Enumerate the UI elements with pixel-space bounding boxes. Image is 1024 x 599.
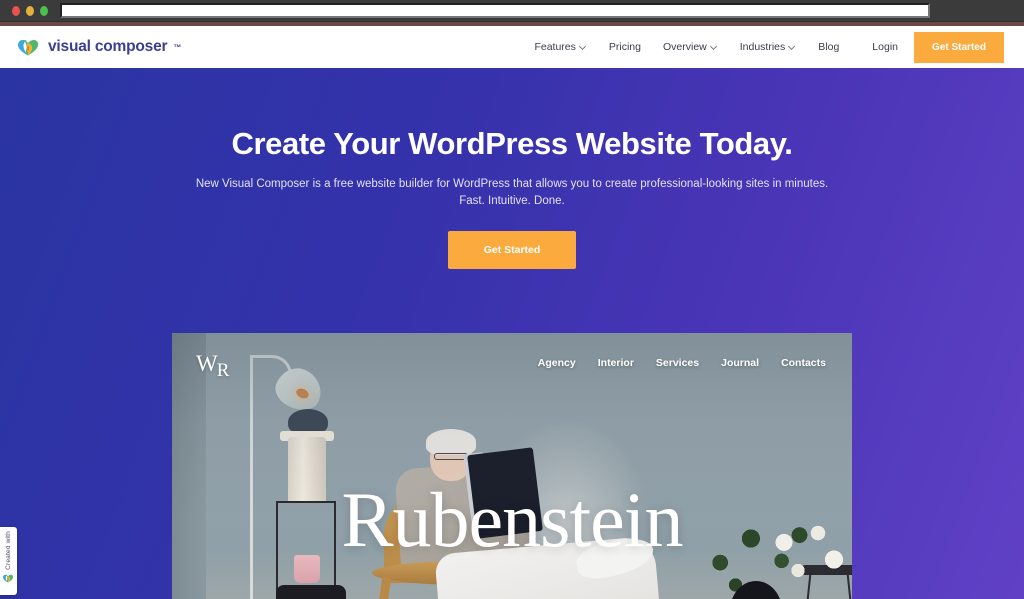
created-with-label: Created with bbox=[5, 531, 12, 570]
visual-composer-logo-icon bbox=[3, 574, 14, 583]
maximize-window-button[interactable] bbox=[40, 5, 48, 16]
preview-nav-agency[interactable]: Agency bbox=[538, 357, 576, 369]
chevron-down-icon bbox=[789, 43, 796, 50]
nav-label: Features bbox=[534, 41, 576, 53]
nav-item-overview[interactable]: Overview bbox=[652, 41, 729, 53]
hero-cta-wrapper: Get Started bbox=[0, 231, 1024, 269]
created-with-badge[interactable]: Created with bbox=[0, 527, 17, 595]
website-preview-mockup[interactable]: WR Agency Interior Services Journal Cont… bbox=[172, 333, 852, 599]
brand-logo[interactable]: visual composer ™ bbox=[18, 38, 181, 56]
site-header: visual composer ™ Features Pricing Overv… bbox=[0, 26, 1024, 68]
preview-nav-journal[interactable]: Journal bbox=[721, 357, 759, 369]
preview-nav-interior[interactable]: Interior bbox=[598, 357, 634, 369]
nav-label: Blog bbox=[818, 41, 840, 53]
login-link[interactable]: Login bbox=[850, 41, 914, 53]
chevron-down-icon bbox=[580, 43, 587, 50]
hero-title: Create Your WordPress Website Today. bbox=[231, 126, 793, 161]
window-traffic-lights bbox=[12, 5, 48, 16]
minimize-window-button[interactable] bbox=[26, 5, 34, 16]
header-get-started-button[interactable]: Get Started bbox=[914, 31, 1004, 63]
hero-subtitle: New Visual Composer is a free website bu… bbox=[195, 178, 829, 207]
address-bar[interactable] bbox=[60, 3, 930, 18]
main-navigation: Features Pricing Overview Industries Blo… bbox=[523, 31, 1004, 63]
page-viewport: visual composer ™ Features Pricing Overv… bbox=[0, 26, 1024, 599]
nav-item-industries[interactable]: Industries bbox=[729, 41, 808, 53]
hero-get-started-button[interactable]: Get Started bbox=[448, 231, 576, 269]
preview-nav-contacts[interactable]: Contacts bbox=[781, 357, 826, 369]
hero-section: Create Your WordPress Website Today. New… bbox=[0, 68, 1024, 599]
close-window-button[interactable] bbox=[12, 5, 20, 16]
nav-item-pricing[interactable]: Pricing bbox=[598, 41, 652, 53]
browser-chrome bbox=[0, 0, 1024, 22]
preview-nav-services[interactable]: Services bbox=[656, 357, 699, 369]
preview-headline: Rubenstein bbox=[341, 476, 684, 563]
nav-label: Industries bbox=[739, 41, 786, 53]
brand-trademark: ™ bbox=[173, 42, 182, 52]
preview-logo-r: R bbox=[216, 360, 230, 381]
nav-label: Overview bbox=[662, 41, 707, 53]
nav-item-blog[interactable]: Blog bbox=[807, 41, 850, 53]
brand-name: visual composer bbox=[48, 38, 168, 55]
preview-logo-w: W bbox=[196, 351, 218, 376]
preview-navigation: Agency Interior Services Journal Contact… bbox=[538, 357, 826, 369]
nav-item-features[interactable]: Features bbox=[523, 41, 597, 53]
nav-label: Pricing bbox=[608, 41, 641, 53]
visual-composer-logo-icon bbox=[18, 39, 39, 55]
chevron-down-icon bbox=[711, 43, 718, 50]
preview-brand-logo[interactable]: WR bbox=[196, 351, 230, 381]
